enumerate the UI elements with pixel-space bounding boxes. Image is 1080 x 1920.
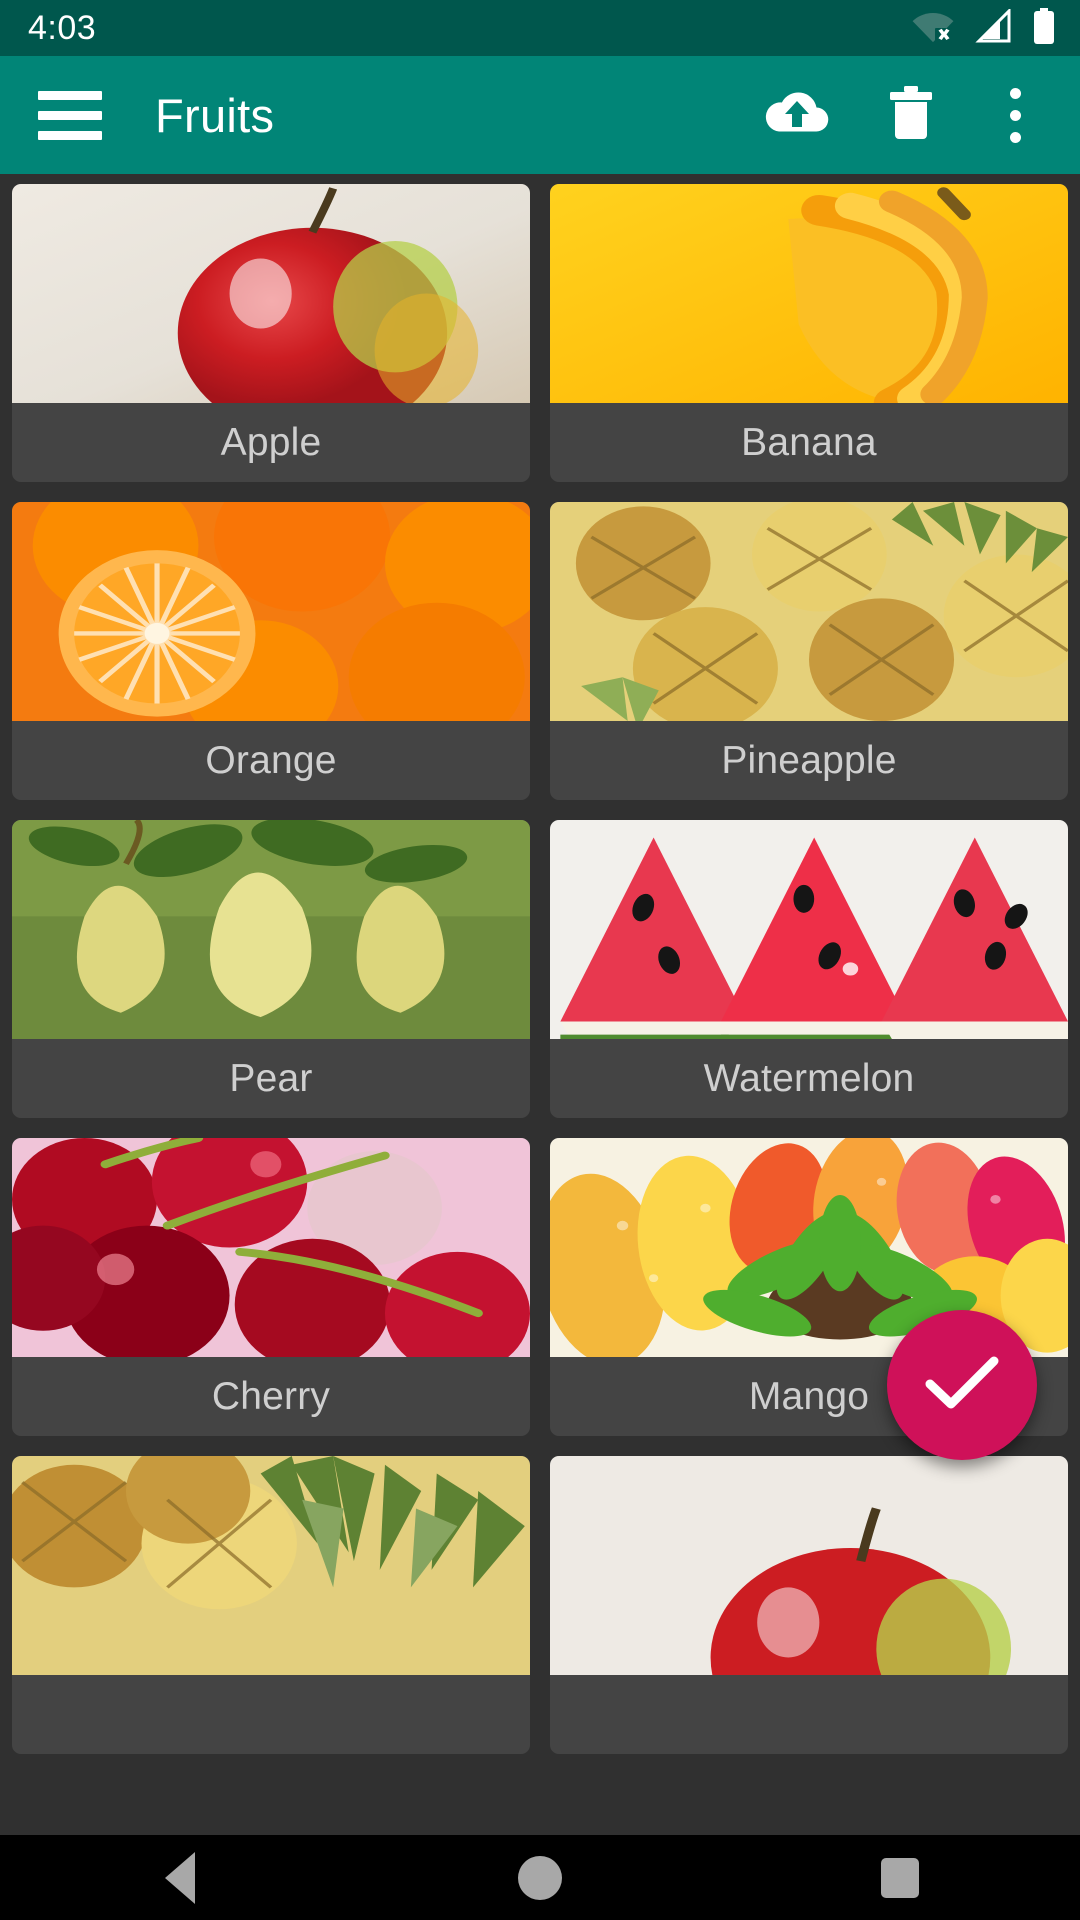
nav-back-button[interactable] [115,1835,245,1920]
confirm-fab[interactable] [887,1310,1037,1460]
battery-full-icon [1032,7,1056,49]
grid-item-label: Pineapple [721,738,897,782]
square-recents-icon [881,1857,919,1898]
overflow-dot-2 [1009,109,1021,121]
pineapple-photo [550,502,1068,721]
grid-item-apple[interactable]: Apple [12,184,530,482]
fruit-grid[interactable]: Apple Banana Orange Pineapple Pear Water… [0,174,1080,1835]
cloud-upload-icon [764,87,830,144]
orange-photo [12,502,530,721]
overflow-dot-1 [1009,87,1021,99]
hamburger-menu-icon[interactable] [38,80,108,150]
nav-home-button[interactable] [475,1835,605,1920]
grid-item-label [550,1675,1068,1754]
page-title: Fruits [155,88,275,142]
phone-screen: 4:03 Fruits Apple Banana Orange Pineappl… [0,0,1080,1920]
cherry-photo [12,1138,530,1357]
circle-home-icon [518,1855,562,1900]
nav-recents-button[interactable] [835,1835,965,1920]
apple-photo [12,184,530,403]
status-bar: 4:03 [0,0,1080,56]
app-bar: Fruits [0,56,1080,174]
triangle-back-icon [165,1851,195,1904]
grid-item-label [12,1675,530,1754]
apple-photo [550,1456,1068,1675]
more-vert-icon[interactable] [986,76,1044,154]
grid-item-orange[interactable]: Orange [12,502,530,800]
grid-item-label: Orange [205,738,337,782]
grid-item-label: Pear [229,1056,313,1100]
status-icons [912,6,1056,49]
upload-button[interactable] [758,76,836,154]
banana-photo [550,184,1068,403]
grid-item-pineapple[interactable]: Pineapple [550,502,1068,800]
overflow-dot-3 [1009,131,1021,143]
wifi-off-icon [912,9,954,48]
trash-icon [888,85,934,146]
cellular-signal-icon [974,6,1012,48]
watermelon-photo [550,820,1068,1039]
menu-bar-3 [38,130,102,140]
grid-item-banana[interactable]: Banana [550,184,1068,482]
grid-item-apple-partial[interactable] [550,1456,1068,1754]
grid-item-label: Apple [220,420,322,464]
grid-item-label: Cherry [211,1374,331,1418]
app-bar-actions [758,76,1058,154]
menu-bar-2 [38,110,102,120]
status-clock: 4:03 [28,8,97,47]
grid-item-cherry[interactable]: Cherry [12,1138,530,1436]
grid-item-label: Banana [741,420,877,464]
grid-item-label: Watermelon [703,1056,915,1100]
delete-button[interactable] [872,76,950,154]
menu-bar-1 [38,90,102,100]
grid-item-watermelon[interactable]: Watermelon [550,820,1068,1118]
android-nav-bar [0,1835,1080,1920]
check-icon [924,1353,1000,1418]
grid-item-pear[interactable]: Pear [12,820,530,1118]
pineapple-photo [12,1456,530,1675]
pear-photo [12,820,530,1039]
grid-item-pineapple-partial[interactable] [12,1456,530,1754]
